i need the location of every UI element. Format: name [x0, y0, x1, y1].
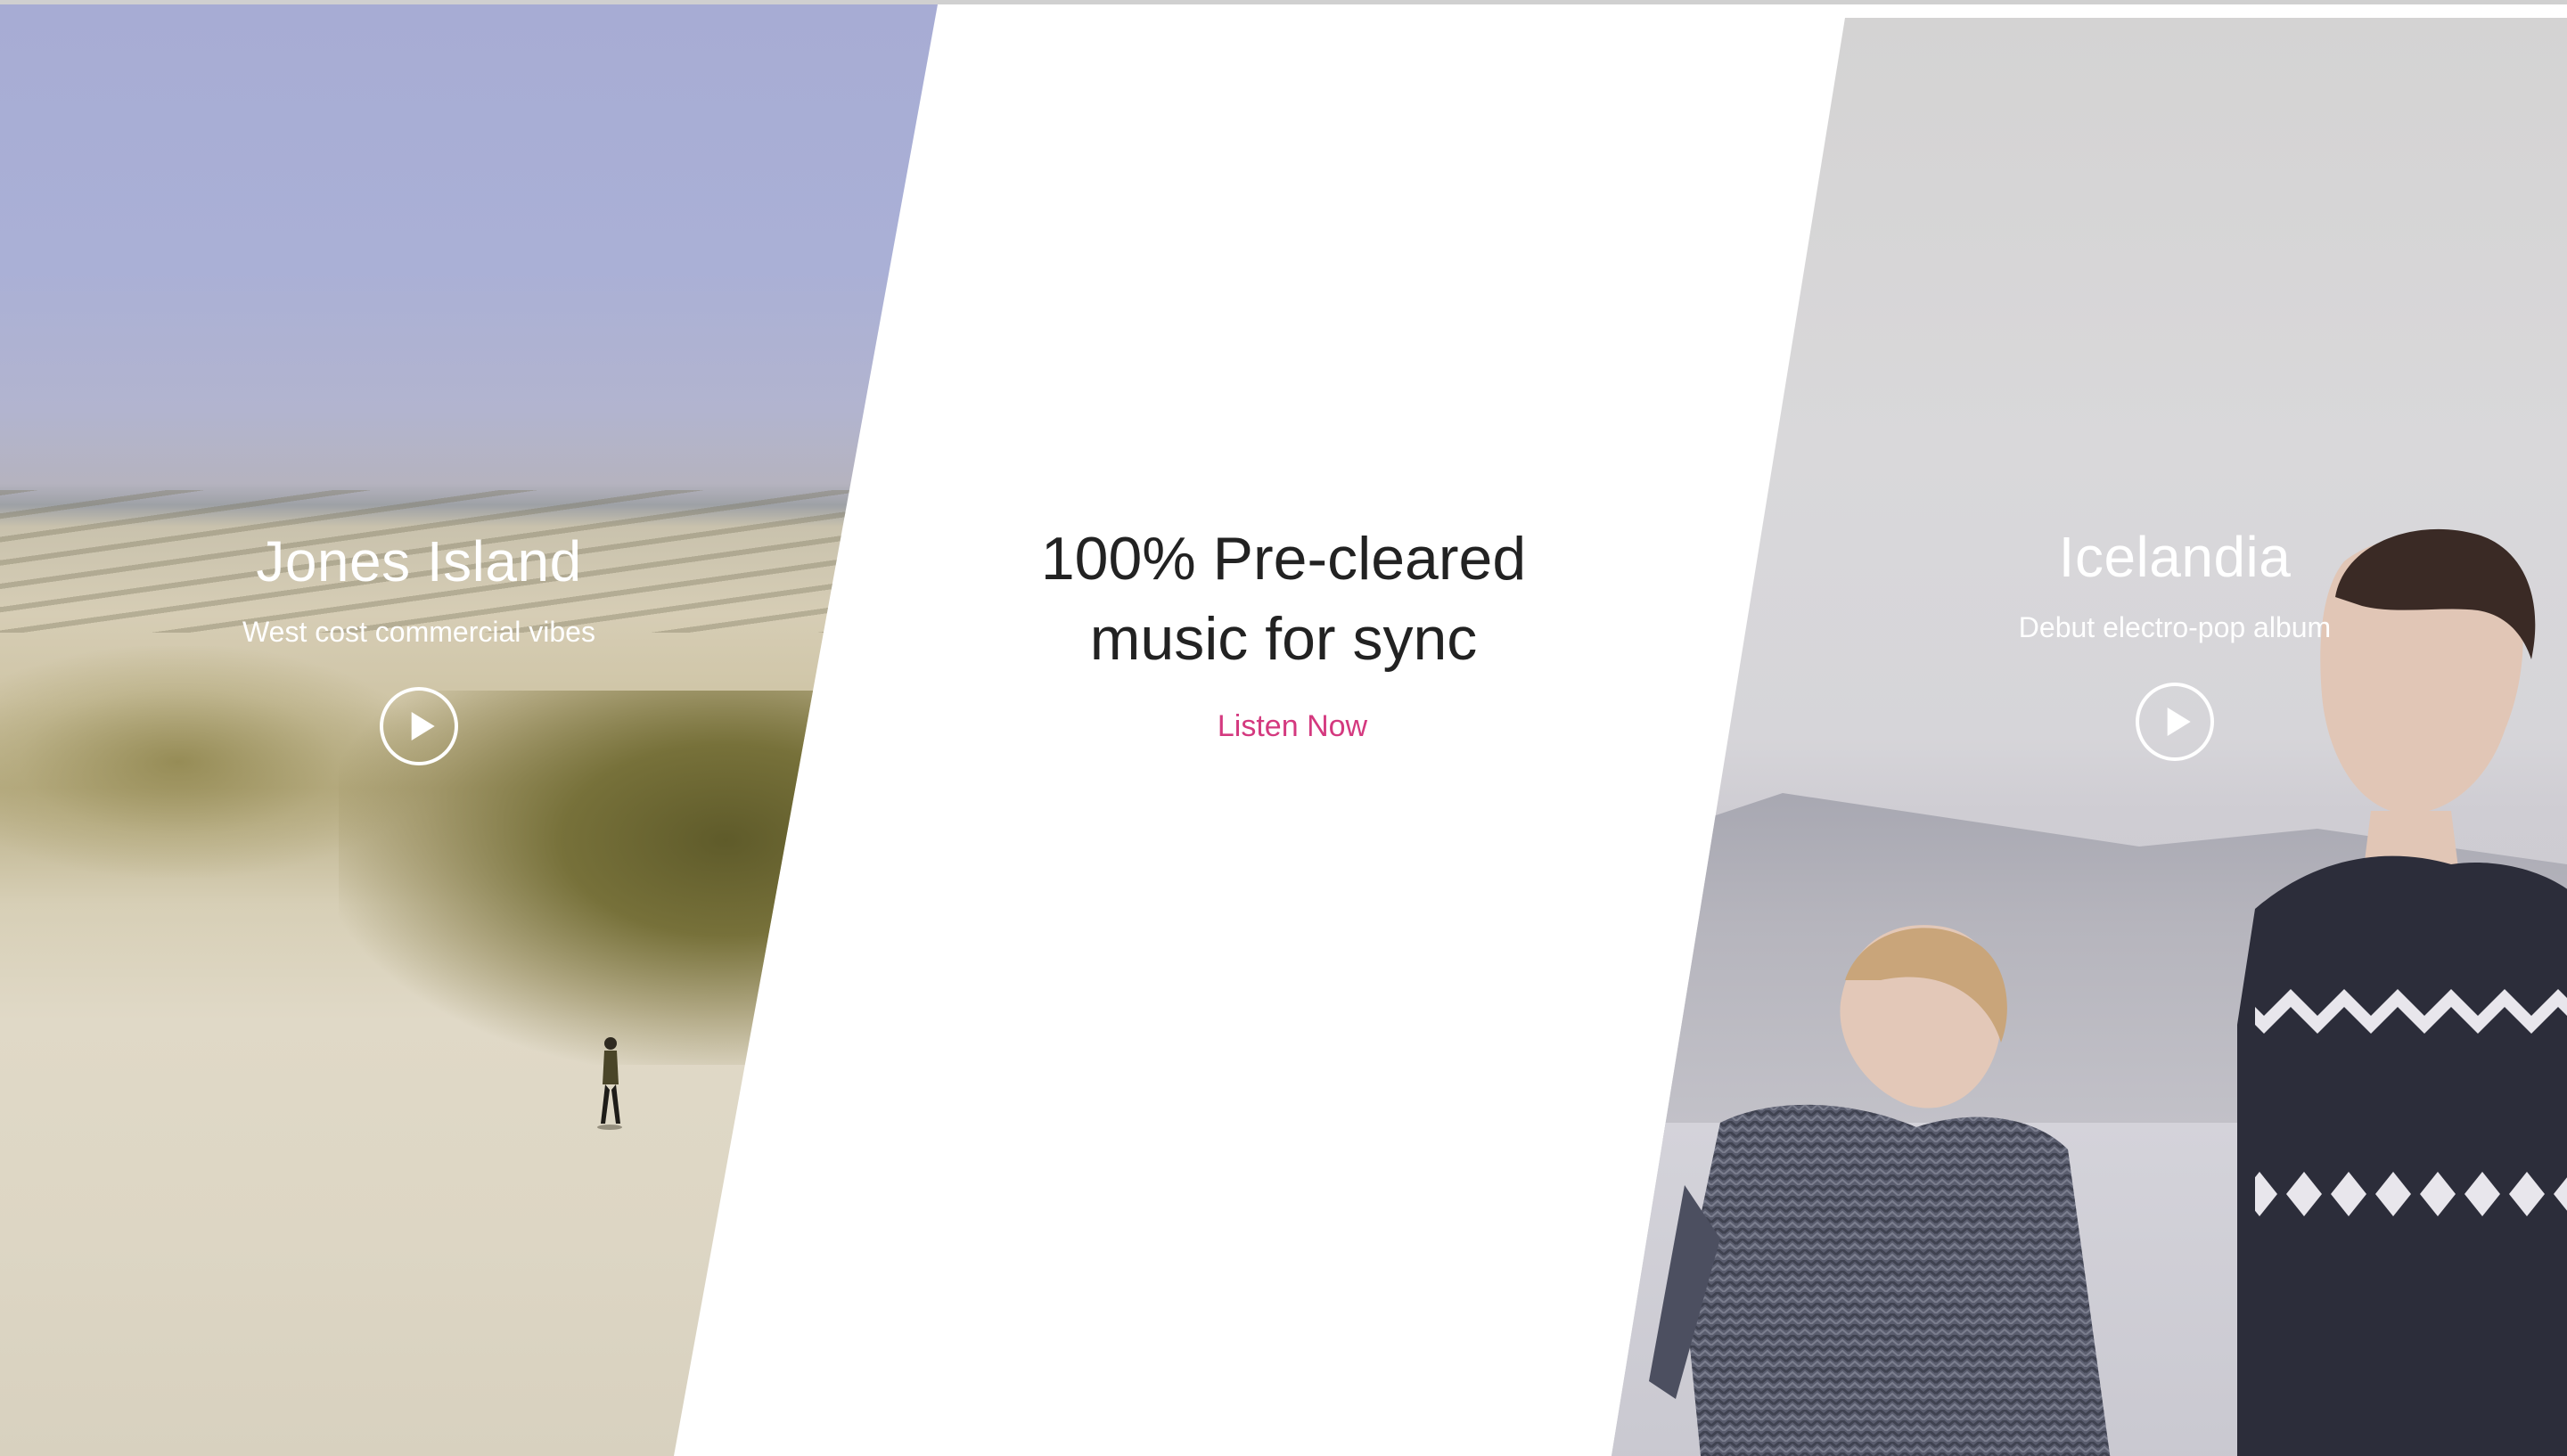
- hero-heading-line-2: music for sync: [1089, 605, 1478, 673]
- hero-stage: Jones Island West cost commercial vibes: [0, 0, 2567, 1456]
- jones-island-title: Jones Island: [256, 529, 582, 593]
- icelandia-title: Icelandia: [2058, 525, 2292, 589]
- hero-heading-line-1: 100% Pre-cleared: [1040, 525, 1527, 593]
- hero-heading: 100% Pre-cleared music for sync: [980, 519, 1587, 679]
- jones-island-play-button[interactable]: [380, 687, 458, 765]
- walking-figure-image: [597, 1037, 622, 1130]
- top-border: [0, 0, 2567, 4]
- play-icon: [2167, 708, 2191, 736]
- listen-now-link[interactable]: Listen Now: [1105, 709, 1480, 744]
- band-member-left-image: [1649, 925, 2112, 1456]
- play-icon: [411, 712, 435, 740]
- jones-island-subtitle: West cost commercial vibes: [242, 616, 595, 648]
- icelandia-subtitle: Debut electro-pop album: [2018, 611, 2332, 643]
- icelandia-play-button[interactable]: [2136, 683, 2214, 761]
- band-member-right-image: [2237, 528, 2567, 1456]
